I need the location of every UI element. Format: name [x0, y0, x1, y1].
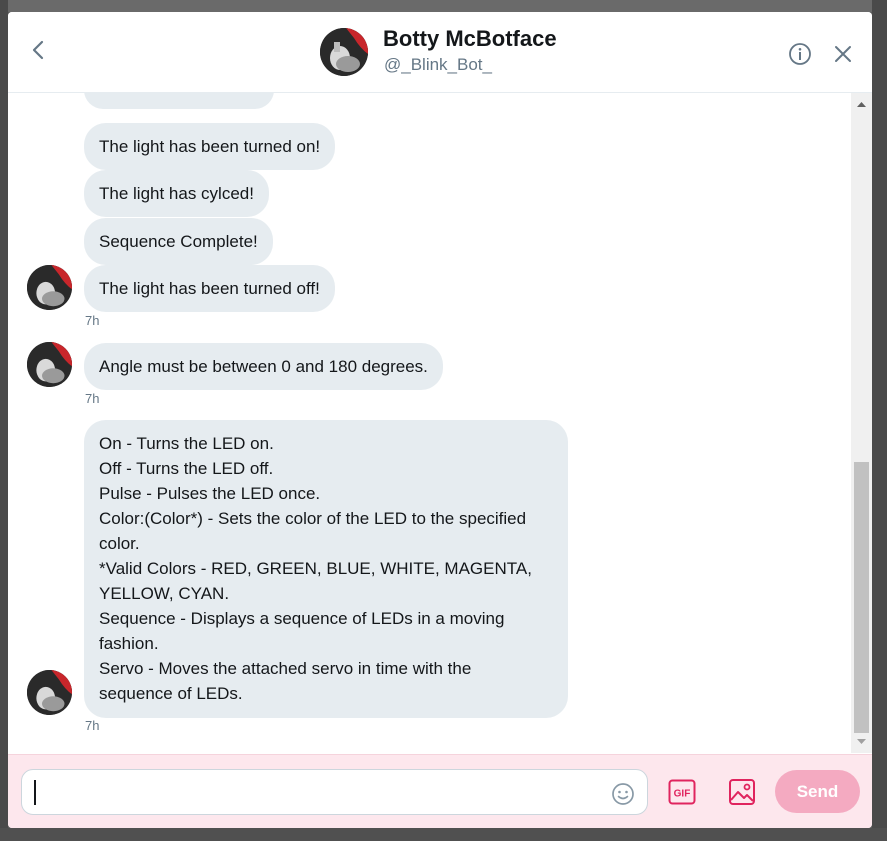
- message-text: The light has been turned off!: [99, 279, 320, 298]
- emoji-button[interactable]: [611, 782, 635, 806]
- avatar-image: [27, 342, 72, 387]
- message-bubble[interactable]: The light has been turned on!: [84, 123, 336, 170]
- gif-button[interactable]: GIF: [668, 779, 696, 805]
- message-text: Angle must be between 0 and 180 degrees.: [99, 357, 428, 376]
- background-left: [0, 0, 8, 841]
- message-text: Sequence Complete!: [99, 232, 258, 251]
- avatar-image: [320, 28, 368, 76]
- image-button[interactable]: [728, 778, 756, 806]
- message-text: The light has been turned on!: [99, 137, 321, 156]
- help-line: Color:(Color*) - Sets the color of the L…: [99, 509, 527, 528]
- sender-avatar[interactable]: [27, 342, 72, 387]
- info-button[interactable]: [788, 42, 812, 66]
- scroll-thumb[interactable]: [854, 462, 869, 733]
- message-bubble-partial: [84, 93, 274, 109]
- emoji-icon: [612, 783, 634, 805]
- message-bubble-help[interactable]: On - Turns the LED on. Off - Turns the L…: [84, 420, 568, 718]
- background-strip: [0, 0, 887, 12]
- header-avatar[interactable]: [320, 28, 368, 76]
- conversation-handle: @_Blink_Bot_: [384, 55, 492, 74]
- close-icon: [835, 46, 851, 62]
- image-icon: [729, 779, 755, 805]
- help-line: sequence of LEDs.: [99, 684, 243, 703]
- message-timestamp: 7h: [85, 718, 100, 733]
- message-list[interactable]: The light has been turned on! The light …: [8, 93, 851, 753]
- background-right: [872, 0, 887, 841]
- text-caret: [34, 780, 36, 805]
- message-scrollbar[interactable]: [851, 93, 872, 753]
- message-bubble[interactable]: The light has been turned off!: [84, 265, 335, 312]
- back-button[interactable]: [28, 38, 50, 62]
- help-line: Sequence - Displays a sequence of LEDs i…: [99, 609, 505, 628]
- help-line: *Valid Colors - RED, GREEN, BLUE, WHITE,…: [99, 559, 532, 578]
- gif-icon: GIF: [668, 779, 696, 805]
- help-line: Off - Turns the LED off.: [99, 459, 274, 478]
- message-composer: GIF Send: [8, 754, 872, 828]
- scroll-down-button[interactable]: [851, 731, 872, 753]
- sender-avatar[interactable]: [27, 265, 72, 310]
- help-line: YELLOW, CYAN.: [99, 584, 230, 603]
- help-line: Pulse - Pulses the LED once.: [99, 484, 321, 503]
- back-arrow-icon: [32, 40, 44, 60]
- conversation-title: Botty McBotface: [383, 26, 557, 51]
- help-line: On - Turns the LED on.: [99, 434, 274, 453]
- message-bubble[interactable]: The light has cylced!: [84, 170, 269, 217]
- info-icon: [789, 43, 811, 65]
- sender-avatar[interactable]: [27, 670, 72, 715]
- message-text: The light has cylced!: [99, 184, 254, 203]
- message-timestamp: 7h: [85, 391, 100, 406]
- gif-label: GIF: [674, 789, 691, 800]
- help-line: color.: [99, 534, 140, 553]
- scroll-down-arrow-icon: [857, 739, 866, 744]
- send-button[interactable]: Send: [775, 770, 860, 813]
- dm-modal: Botty McBotface @_Blink_Bot_ The light h…: [8, 12, 872, 828]
- message-bubble[interactable]: Angle must be between 0 and 180 degrees.: [84, 343, 443, 390]
- help-line: Servo - Moves the attached servo in time…: [99, 659, 472, 678]
- message-input[interactable]: [21, 769, 648, 815]
- message-timestamp: 7h: [85, 313, 100, 328]
- scroll-up-arrow-icon: [857, 102, 866, 107]
- close-button[interactable]: [832, 43, 854, 65]
- avatar-image: [27, 265, 72, 310]
- scroll-up-button[interactable]: [851, 93, 872, 115]
- conversation-header: Botty McBotface @_Blink_Bot_: [8, 12, 872, 93]
- background-bottom: [0, 828, 887, 841]
- help-line: fashion.: [99, 634, 159, 653]
- avatar-image: [27, 670, 72, 715]
- message-bubble[interactable]: Sequence Complete!: [84, 218, 273, 265]
